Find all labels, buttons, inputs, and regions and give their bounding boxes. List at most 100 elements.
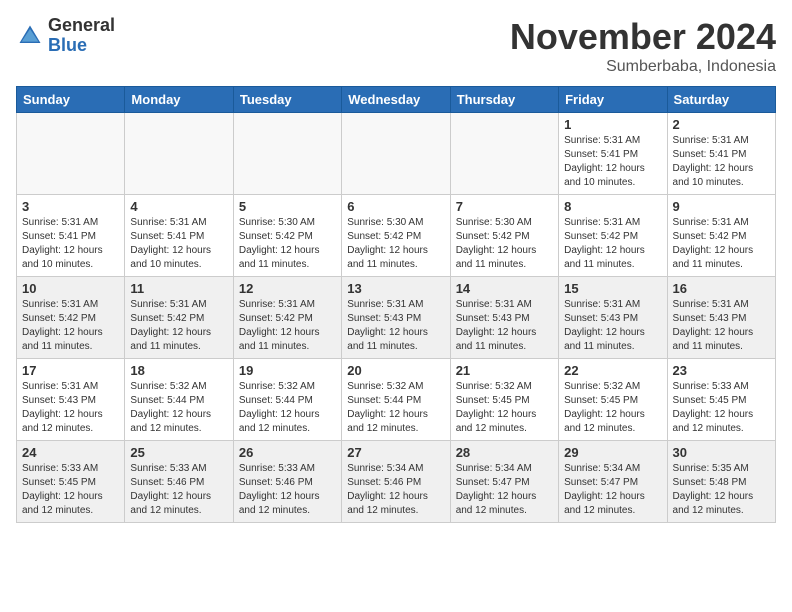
calendar-cell: 27 Sunrise: 5:34 AM Sunset: 5:46 PM Dayli… <box>342 441 450 523</box>
day-number: 9 <box>673 199 770 214</box>
calendar-cell: 25 Sunrise: 5:33 AM Sunset: 5:46 PM Dayli… <box>125 441 233 523</box>
calendar-cell: 9Sunrise: 5:31 AM Sunset: 5:42 PM Daylig… <box>667 195 775 277</box>
day-number: 15 <box>564 281 661 296</box>
weekday-header-sunday: Sunday <box>17 87 125 113</box>
day-number: 30 <box>673 445 770 460</box>
day-number: 23 <box>673 363 770 378</box>
day-info: Sunrise: 5:31 AM Sunset: 5:43 PM Dayligh… <box>564 298 661 354</box>
calendar-cell: 24Sunrise: 5:33 AM Sunset: 5:45 PM Dayli… <box>17 441 125 523</box>
calendar-cell: 12Sunrise: 5:31 AM Sunset: 5:42 PM Dayli… <box>233 277 341 359</box>
calendar-cell: 11 Sunrise: 5:31 AM Sunset: 5:42 PM Dayli… <box>125 277 233 359</box>
day-info: Sunrise: 5:32 AM Sunset: 5:44 PM Dayligh… <box>130 380 227 436</box>
calendar-cell <box>233 113 341 195</box>
logo: General Blue <box>16 16 115 56</box>
calendar-cell: 5Sunrise: 5:30 AM Sunset: 5:42 PM Daylig… <box>233 195 341 277</box>
weekday-header-row: SundayMondayTuesdayWednesdayThursdayFrid… <box>17 87 776 113</box>
day-info: Sunrise: 5:30 AM Sunset: 5:42 PM Dayligh… <box>456 216 553 272</box>
day-number: 13 <box>347 281 444 296</box>
location-title: Sumberbaba, Indonesia <box>510 58 776 76</box>
day-number: 11 <box>130 281 227 296</box>
day-number: 1 <box>564 117 661 132</box>
calendar-cell: 3 Sunrise: 5:31 AM Sunset: 5:41 PM Daylig… <box>17 195 125 277</box>
day-info: Sunrise: 5:34 AM Sunset: 5:46 PM Dayligh… <box>347 462 444 518</box>
week-row-1: 1 Sunrise: 5:31 AM Sunset: 5:41 PM Daylig… <box>17 113 776 195</box>
day-number: 2 <box>673 117 770 132</box>
day-info: Sunrise: 5:31 AM Sunset: 5:41 PM Dayligh… <box>673 134 770 190</box>
day-number: 3 <box>22 199 119 214</box>
calendar-cell: 14 Sunrise: 5:31 AM Sunset: 5:43 PM Dayli… <box>450 277 558 359</box>
calendar-cell <box>342 113 450 195</box>
day-number: 18 <box>130 363 227 378</box>
day-info: Sunrise: 5:34 AM Sunset: 5:47 PM Dayligh… <box>456 462 553 518</box>
calendar-cell: 1Sunrise: 5:31 AM Sunset: 5:41 PM Daylig… <box>559 113 667 195</box>
calendar-cell: 30 Sunrise: 5:35 AM Sunset: 5:48 PM Dayli… <box>667 441 775 523</box>
calendar-cell: 17 Sunrise: 5:31 AM Sunset: 5:43 PM Dayli… <box>17 359 125 441</box>
day-number: 29 <box>564 445 661 460</box>
day-info: Sunrise: 5:30 AM Sunset: 5:42 PM Dayligh… <box>347 216 444 272</box>
day-info: Sunrise: 5:32 AM Sunset: 5:45 PM Dayligh… <box>456 380 553 436</box>
calendar-cell: 8Sunrise: 5:31 AM Sunset: 5:42 PM Daylig… <box>559 195 667 277</box>
calendar-cell <box>17 113 125 195</box>
day-number: 20 <box>347 363 444 378</box>
day-info: Sunrise: 5:31 AM Sunset: 5:42 PM Dayligh… <box>239 298 336 354</box>
calendar-cell: 20 Sunrise: 5:32 AM Sunset: 5:44 PM Dayli… <box>342 359 450 441</box>
week-row-5: 24Sunrise: 5:33 AM Sunset: 5:45 PM Dayli… <box>17 441 776 523</box>
day-info: Sunrise: 5:34 AM Sunset: 5:47 PM Dayligh… <box>564 462 661 518</box>
day-number: 6 <box>347 199 444 214</box>
day-number: 10 <box>22 281 119 296</box>
calendar-cell: 22 Sunrise: 5:32 AM Sunset: 5:45 PM Dayli… <box>559 359 667 441</box>
calendar-table: SundayMondayTuesdayWednesdayThursdayFrid… <box>16 86 776 523</box>
calendar-cell: 26 Sunrise: 5:33 AM Sunset: 5:46 PM Dayli… <box>233 441 341 523</box>
calendar-cell: 10 Sunrise: 5:31 AM Sunset: 5:42 PM Dayli… <box>17 277 125 359</box>
day-number: 28 <box>456 445 553 460</box>
day-info: Sunrise: 5:31 AM Sunset: 5:42 PM Dayligh… <box>130 298 227 354</box>
day-number: 16 <box>673 281 770 296</box>
day-info: Sunrise: 5:33 AM Sunset: 5:46 PM Dayligh… <box>239 462 336 518</box>
calendar-cell: 6 Sunrise: 5:30 AM Sunset: 5:42 PM Daylig… <box>342 195 450 277</box>
day-number: 14 <box>456 281 553 296</box>
calendar-cell: 19 Sunrise: 5:32 AM Sunset: 5:44 PM Dayli… <box>233 359 341 441</box>
day-number: 7 <box>456 199 553 214</box>
day-number: 4 <box>130 199 227 214</box>
day-info: Sunrise: 5:33 AM Sunset: 5:46 PM Dayligh… <box>130 462 227 518</box>
calendar-cell <box>450 113 558 195</box>
month-title: November 2024 <box>510 16 776 58</box>
day-info: Sunrise: 5:30 AM Sunset: 5:42 PM Dayligh… <box>239 216 336 272</box>
weekday-header-tuesday: Tuesday <box>233 87 341 113</box>
weekday-header-thursday: Thursday <box>450 87 558 113</box>
calendar-cell <box>125 113 233 195</box>
day-info: Sunrise: 5:32 AM Sunset: 5:44 PM Dayligh… <box>347 380 444 436</box>
title-block: November 2024 Sumberbaba, Indonesia <box>510 16 776 76</box>
calendar-cell: 23 Sunrise: 5:33 AM Sunset: 5:45 PM Dayli… <box>667 359 775 441</box>
day-info: Sunrise: 5:32 AM Sunset: 5:45 PM Dayligh… <box>564 380 661 436</box>
week-row-3: 10 Sunrise: 5:31 AM Sunset: 5:42 PM Dayli… <box>17 277 776 359</box>
calendar-cell: 29 Sunrise: 5:34 AM Sunset: 5:47 PM Dayli… <box>559 441 667 523</box>
day-info: Sunrise: 5:31 AM Sunset: 5:41 PM Dayligh… <box>130 216 227 272</box>
day-info: Sunrise: 5:31 AM Sunset: 5:43 PM Dayligh… <box>347 298 444 354</box>
day-info: Sunrise: 5:31 AM Sunset: 5:41 PM Dayligh… <box>22 216 119 272</box>
weekday-header-monday: Monday <box>125 87 233 113</box>
day-info: Sunrise: 5:31 AM Sunset: 5:42 PM Dayligh… <box>22 298 119 354</box>
weekday-header-saturday: Saturday <box>667 87 775 113</box>
day-info: Sunrise: 5:33 AM Sunset: 5:45 PM Dayligh… <box>673 380 770 436</box>
weekday-header-friday: Friday <box>559 87 667 113</box>
day-number: 26 <box>239 445 336 460</box>
day-number: 19 <box>239 363 336 378</box>
day-number: 21 <box>456 363 553 378</box>
logo-general: General <box>48 16 115 36</box>
day-number: 25 <box>130 445 227 460</box>
week-row-4: 17 Sunrise: 5:31 AM Sunset: 5:43 PM Dayli… <box>17 359 776 441</box>
logo-text: General Blue <box>48 16 115 56</box>
day-info: Sunrise: 5:31 AM Sunset: 5:43 PM Dayligh… <box>456 298 553 354</box>
calendar-cell: 2 Sunrise: 5:31 AM Sunset: 5:41 PM Daylig… <box>667 113 775 195</box>
day-info: Sunrise: 5:33 AM Sunset: 5:45 PM Dayligh… <box>22 462 119 518</box>
day-number: 17 <box>22 363 119 378</box>
day-info: Sunrise: 5:31 AM Sunset: 5:43 PM Dayligh… <box>22 380 119 436</box>
day-info: Sunrise: 5:32 AM Sunset: 5:44 PM Dayligh… <box>239 380 336 436</box>
day-number: 22 <box>564 363 661 378</box>
day-number: 27 <box>347 445 444 460</box>
day-info: Sunrise: 5:31 AM Sunset: 5:43 PM Dayligh… <box>673 298 770 354</box>
calendar-cell: 4 Sunrise: 5:31 AM Sunset: 5:41 PM Daylig… <box>125 195 233 277</box>
logo-icon <box>16 22 44 50</box>
day-info: Sunrise: 5:35 AM Sunset: 5:48 PM Dayligh… <box>673 462 770 518</box>
